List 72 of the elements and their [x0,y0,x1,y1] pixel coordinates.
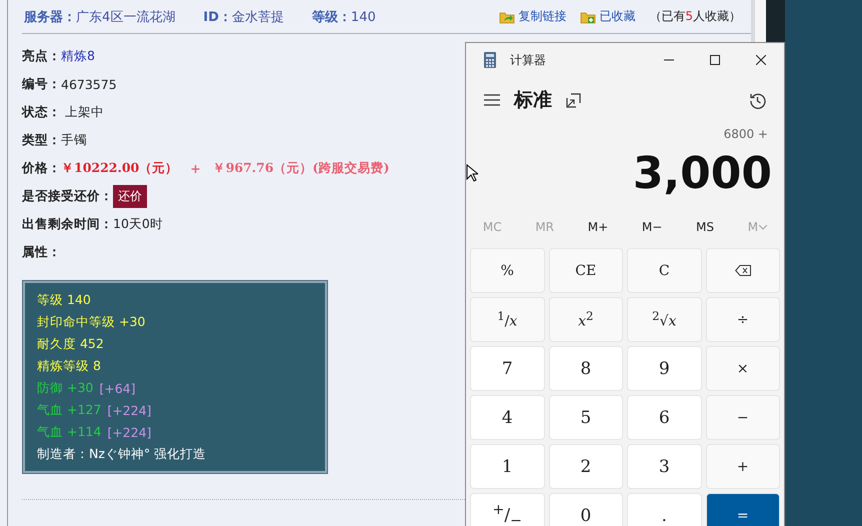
calculator-key[interactable]: $^{1}$/x [470,297,544,342]
price-text: + [190,160,201,176]
attribute-text: [+224] [107,424,152,440]
attribute-text: 气血 +127 [37,402,102,418]
close-icon [756,55,766,65]
attribute-text: 制造者：Nzぐ钟神° 强化打造 [37,446,206,462]
detail-label: 亮点： [22,48,61,64]
detail-value: 4673575 [61,76,117,92]
detail-label: 出售剩余时间： [22,216,113,232]
calculator-key[interactable]: CE [548,248,623,293]
calculator-key[interactable]: 4 [470,395,544,440]
mode-title: 标准 [514,88,552,113]
calculator-key[interactable]: + [706,444,780,489]
attribute-text: [+64] [99,380,136,396]
attribute-text: 气血 +114 [37,424,102,440]
backspace-icon [734,265,751,276]
chevron-icon [759,224,768,230]
calculator-key[interactable]: − [706,395,780,440]
maximize-icon [710,55,720,65]
attribute-text: 等级 140 [37,292,91,308]
attribute-text: 耐久度 452 [37,336,104,352]
calculator-key[interactable]: % [470,248,544,293]
calculator-key[interactable]: ÷ [706,297,780,342]
detail-label: 价格： [22,160,61,176]
calculator-key[interactable]: . [627,493,702,526]
calculator-key[interactable]: 0 [548,493,623,526]
favorites-note: （已有5人收藏） [649,8,741,25]
header-link[interactable]: 已收藏 [580,8,636,25]
detail-label: 编号： [22,76,61,92]
calculator-key[interactable]: 2 [548,444,623,489]
calculator-key[interactable]: x$^{2}$ [548,297,623,342]
folder-add-icon [580,10,596,24]
calculator-icon [484,52,496,68]
detail-label: 属性： [22,244,61,260]
detail-label: 类型： [22,132,61,148]
calculator-key[interactable]: 7 [470,346,544,391]
dark-strip [766,0,785,42]
counter-offer-button[interactable]: 还价 [113,184,147,208]
calculator-key[interactable]: × [706,346,780,391]
header-field: 服务器：广东4区一流花湖 [24,8,176,26]
calculator-key[interactable]: $^{+}$/$_{−}$ [470,493,544,526]
memory-button[interactable]: M− [636,219,668,235]
attribute-text: 精炼等级 8 [37,358,101,374]
calculator-key[interactable]: 5 [548,395,623,440]
expression-text: 6800 + [724,127,768,141]
window-title: 计算器 [510,52,546,68]
folder-share-icon [499,10,516,24]
price-text: ￥967.76（元）(跨服交易费) [212,160,390,176]
detail-value: 上架中 [64,104,104,120]
detail-value: 手镯 [61,132,87,148]
attribute-text: 封印命中等级 +30 [37,314,146,330]
calculator-key[interactable]: 3 [627,444,702,489]
detail-label: 状态： [22,104,61,120]
attribute-text: 防御 +30 [37,380,94,396]
equals-button[interactable]: = [706,493,780,526]
header-field: ID：金水菩提 [203,8,284,26]
detail-value: 10天0时 [113,216,163,232]
result-display: 3,000 [632,148,772,198]
calculator-key[interactable]: 9 [627,346,702,391]
memory-button[interactable]: M+ [582,219,614,235]
attribute-text: [+224] [107,402,152,418]
calculator-key[interactable]: 1 [470,444,544,489]
header-link[interactable]: 复制链接 [499,8,566,25]
calculator-key[interactable]: $^{2}$√x [627,297,702,342]
calculator-key[interactable]: 8 [548,346,623,391]
header-field: 等级：140 [312,8,376,26]
price-text: ￥10222.00（元） [61,160,178,176]
highlight-link[interactable]: 精炼8 [61,48,95,64]
memory-button[interactable]: MS [690,219,720,235]
calculator-key[interactable]: 6 [627,395,702,440]
calculator-key[interactable]: C [627,248,702,293]
detail-label: 是否接受还价： [22,188,113,204]
